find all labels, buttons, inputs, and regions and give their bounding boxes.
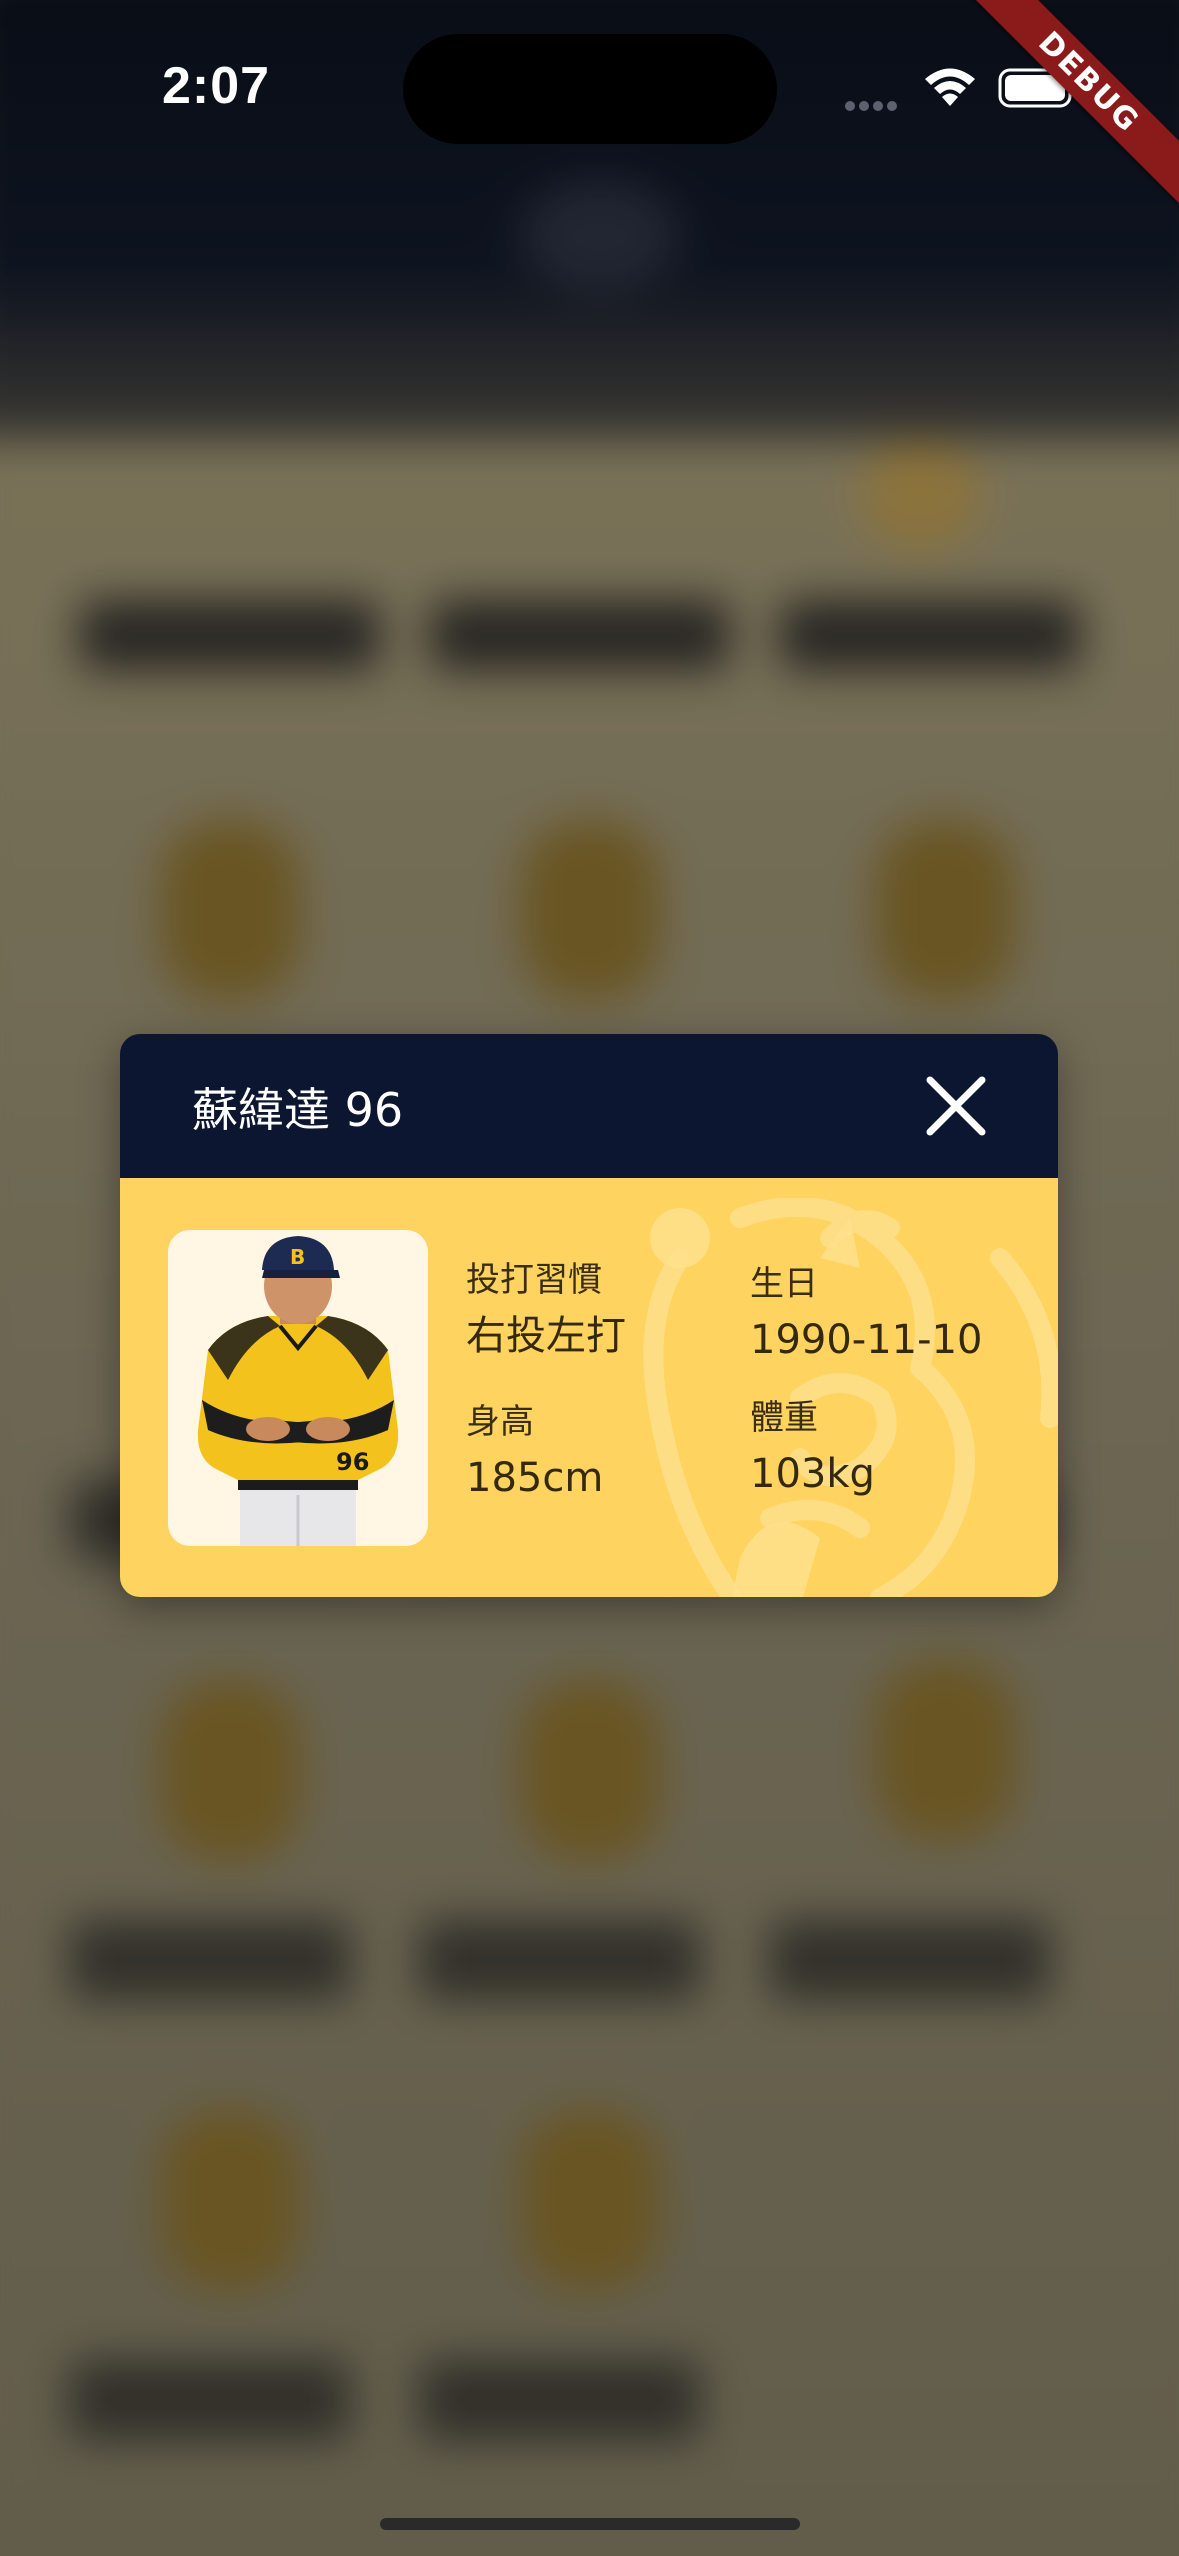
stat-label: 投打習慣 [466,1260,602,1300]
player-image: 96 B [197,1236,399,1546]
stat-value: 右投左打 [466,1313,626,1359]
stat-height: 身高 185cm [466,1400,603,1506]
stat-value: 1990-11-10 [750,1317,983,1363]
svg-text:B: B [290,1245,305,1269]
modal-header: 蘇緯達 96 [120,1034,1058,1178]
svg-text:96: 96 [336,1448,369,1476]
modal-body: 96 B 投打習慣 右投左打 生日 1990-11-10 身高 185cm 體重… [120,1178,1058,1597]
player-photo: 96 B [168,1230,428,1546]
stat-birthday: 生日 1990-11-10 [750,1262,982,1368]
stat-value: 185cm [466,1455,604,1501]
status-time: 2:07 [162,57,271,115]
close-icon [926,1076,986,1136]
cellular-signal-icon [845,96,901,115]
home-indicator[interactable] [380,2518,800,2530]
stat-value: 103kg [750,1451,875,1497]
player-detail-modal: 蘇緯達 96 96 B 投打習慣 右投左打 生日 1990-11-10 身高 1… [120,1034,1058,1597]
stat-label: 生日 [750,1264,818,1304]
stat-label: 身高 [466,1402,534,1442]
dynamic-island [403,34,777,144]
wifi-icon [925,68,975,106]
stat-bats-throws: 投打習慣 右投左打 [466,1258,626,1364]
close-button[interactable] [920,1070,992,1142]
stat-label: 體重 [750,1398,818,1438]
stat-weight: 體重 103kg [750,1396,875,1502]
modal-title: 蘇緯達 96 [192,1083,404,1137]
